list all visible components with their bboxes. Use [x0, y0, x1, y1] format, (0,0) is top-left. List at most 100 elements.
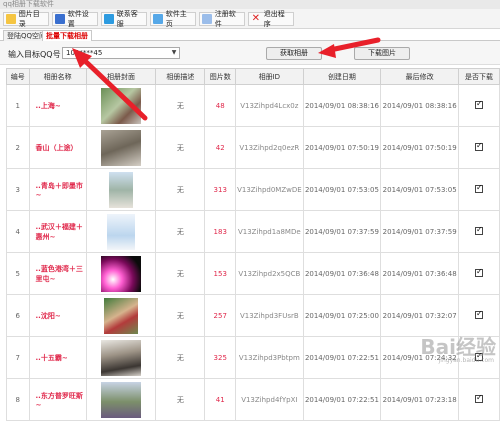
- album-cover-image: [107, 213, 136, 250]
- image-count: 48: [204, 84, 237, 127]
- image-count: 183: [204, 210, 237, 253]
- header-created[interactable]: 创建日期: [302, 68, 382, 85]
- album-id: V13Zihpd4fYpXI: [235, 378, 304, 421]
- created-date: 2014/09/01 07:50:19: [302, 126, 382, 169]
- created-date: 2014/09/01 07:36:48: [302, 252, 382, 295]
- contact-icon: [104, 14, 114, 24]
- row-number: 1: [6, 84, 30, 127]
- album-name: ..青岛＋即墨市~: [28, 168, 87, 211]
- album-cover-image: [104, 297, 139, 334]
- image-count: 41: [204, 378, 237, 421]
- header-download[interactable]: 是否下载: [458, 68, 500, 85]
- album-description: 无: [155, 252, 206, 295]
- header-album-id[interactable]: 相册ID: [235, 68, 304, 85]
- chevron-down-icon[interactable]: ▼: [169, 48, 179, 58]
- album-description: 无: [155, 378, 206, 421]
- header-modified[interactable]: 最后修改: [380, 68, 460, 85]
- album-name: ..蓝色港湾＋三里屯~: [28, 252, 87, 295]
- home-icon: [153, 14, 163, 24]
- get-albums-button[interactable]: 获取相册: [266, 47, 322, 60]
- download-checkbox[interactable]: [475, 267, 484, 277]
- album-description: 无: [155, 84, 206, 127]
- folder-icon: [6, 14, 16, 24]
- album-cover-image: [101, 339, 142, 376]
- modified-date: 2014/09/01 07:23:18: [380, 378, 460, 421]
- album-table: 编号 相册名称 相册封面 相册描述 图片数 相册ID 创建日期 最后修改 是否下…: [6, 68, 500, 421]
- toolbar: 图片目录 软件设置 联系客服 软件主页 注册软件 ✕ 退出程序: [0, 9, 500, 29]
- album-id: V13Zihpd1a8MDe: [235, 210, 304, 253]
- download-checkbox-cell: [458, 168, 500, 211]
- download-checkbox-cell: [458, 84, 500, 127]
- cover-cell: [85, 252, 157, 295]
- tab-batch-download[interactable]: 批量下载相册: [42, 30, 92, 41]
- album-name: ..十五霸~: [28, 336, 87, 379]
- album-cover-image: [101, 87, 142, 124]
- download-checkbox[interactable]: [475, 309, 484, 319]
- header-album-name[interactable]: 相册名称: [28, 68, 87, 85]
- table-header-row: 编号 相册名称 相册封面 相册描述 图片数 相册ID 创建日期 最后修改 是否下…: [6, 68, 500, 85]
- download-checkbox[interactable]: [475, 225, 484, 235]
- album-id: V13Zihpd4Lcx0z: [235, 84, 304, 127]
- exit-button[interactable]: ✕ 退出程序: [248, 10, 294, 28]
- register-button-label: 注册软件: [214, 10, 236, 28]
- settings-button[interactable]: 软件设置: [52, 10, 98, 28]
- download-checkbox-cell: [458, 210, 500, 253]
- close-icon: ✕: [251, 13, 261, 24]
- album-cover-image: [101, 129, 142, 166]
- table-row[interactable]: 5 ..蓝色港湾＋三里屯~ 无 153 V13Zihpd2x5QCB 2014/…: [6, 252, 500, 295]
- settings-button-label: 软件设置: [67, 10, 89, 28]
- cover-cell: [85, 294, 157, 337]
- image-count: 153: [204, 252, 237, 295]
- settings-icon: [55, 14, 65, 24]
- download-checkbox[interactable]: [475, 393, 484, 403]
- album-id: V13Zihpd3FUsrB: [235, 294, 304, 337]
- table-row[interactable]: 1 ..上海~ 无 48 V13Zihpd4Lcx0z 2014/09/01 0…: [6, 84, 500, 127]
- modified-date: 2014/09/01 08:38:16: [380, 84, 460, 127]
- header-description[interactable]: 相册描述: [155, 68, 206, 85]
- album-name: ..沈阳~: [28, 294, 87, 337]
- download-checkbox[interactable]: [475, 141, 484, 151]
- album-id: V13Zihpd2x5QCB: [235, 252, 304, 295]
- table-row[interactable]: 2 香山（上途） 无 42 V13Zihpd2q0ezR 2014/09/01 …: [6, 126, 500, 169]
- header-cover[interactable]: 相册封面: [85, 68, 157, 85]
- download-checkbox[interactable]: [475, 183, 484, 193]
- cover-cell: [85, 378, 157, 421]
- table-row[interactable]: 8 ..东方普罗旺斯~ 无 41 V13Zihpd4fYpXI 2014/09/…: [6, 378, 500, 421]
- album-cover-image: [109, 171, 134, 208]
- album-id: V13Zihpd3Pbtpm: [235, 336, 304, 379]
- qq-number-input[interactable]: 100****45 ▼: [62, 47, 180, 59]
- watermark-url: jingyan.baidu.com: [438, 357, 494, 364]
- download-checkbox[interactable]: [475, 99, 484, 109]
- album-description: 无: [155, 210, 206, 253]
- created-date: 2014/09/01 07:22:51: [302, 336, 382, 379]
- contact-button[interactable]: 联系客服: [101, 10, 147, 28]
- table-row[interactable]: 4 ..武汉＋福建＋惠州~ 无 183 V13Zihpd1a8MDe 2014/…: [6, 210, 500, 253]
- image-count: 257: [204, 294, 237, 337]
- header-no[interactable]: 编号: [6, 68, 30, 85]
- download-checkbox-cell: [458, 252, 500, 295]
- album-name: 香山（上途）: [28, 126, 87, 169]
- image-count: 42: [204, 126, 237, 169]
- row-number: 2: [6, 126, 30, 169]
- cover-cell: [85, 126, 157, 169]
- cover-cell: [85, 210, 157, 253]
- modified-date: 2014/09/01 07:53:05: [380, 168, 460, 211]
- download-checkbox-cell: [458, 126, 500, 169]
- table-row[interactable]: 3 ..青岛＋即墨市~ 无 313 V13Zihpd0MZwDE 2014/09…: [6, 168, 500, 211]
- folder-button[interactable]: 图片目录: [3, 10, 49, 28]
- register-icon: [202, 14, 212, 24]
- download-images-button[interactable]: 下载图片: [354, 47, 410, 60]
- image-count: 313: [204, 168, 237, 211]
- modified-date: 2014/09/01 07:50:19: [380, 126, 460, 169]
- home-button[interactable]: 软件主页: [150, 10, 196, 28]
- album-description: 无: [155, 126, 206, 169]
- register-button[interactable]: 注册软件: [199, 10, 245, 28]
- created-date: 2014/09/01 07:53:05: [302, 168, 382, 211]
- image-count: 325: [204, 336, 237, 379]
- cover-cell: [85, 168, 157, 211]
- album-name: ..东方普罗旺斯~: [28, 378, 87, 421]
- download-checkbox-cell: [458, 378, 500, 421]
- header-image-count[interactable]: 图片数: [204, 68, 237, 85]
- album-id: V13Zihpd0MZwDE: [235, 168, 304, 211]
- cover-cell: [85, 336, 157, 379]
